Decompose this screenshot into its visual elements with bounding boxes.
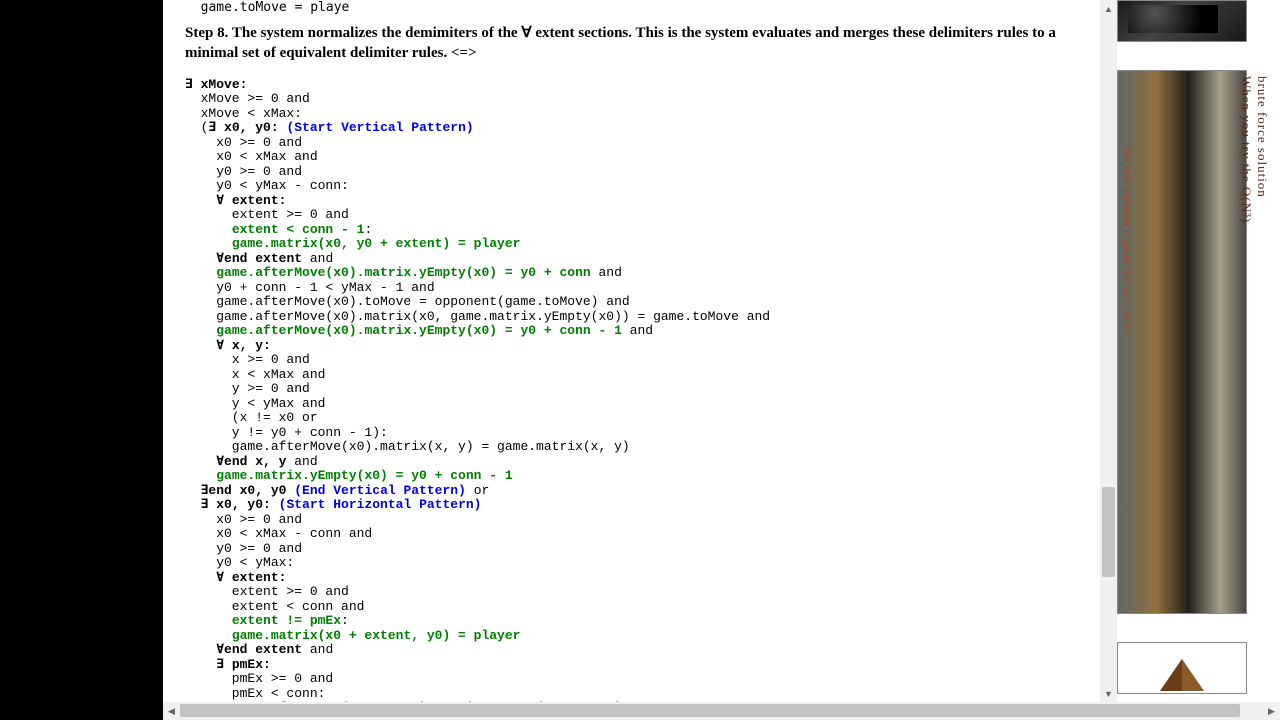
right-sidebar: This little maneuver is gonna cost us 51… [1117,0,1280,702]
code-line: ∀end extent [185,642,302,657]
code-line: game.afterMove(x0).matrix(x, y) = game.m… [185,439,630,454]
code-line: ∀end x, y [185,454,286,469]
code-line: ∃ x0, y0: [208,120,278,135]
code-line [185,222,232,237]
code-line: ∀ extent: [185,570,286,585]
code-line: game.matrix.yEmpty(x0) = y0 + conn - 1 [216,468,512,483]
code-line: y0 >= 0 and [185,541,302,556]
code-line [185,265,216,280]
code-line [185,468,216,483]
step-8-heading: Step 8. The system normalizes the demimi… [185,23,1095,64]
code-line: extent >= 0 and [185,584,349,599]
scroll-up-button[interactable]: ▲ [1100,0,1117,17]
code-line: y0 < yMax - conn: [185,178,349,193]
vertical-caption-line1: When you try the O(N³) [1238,0,1254,620]
code-annot: (End Vertical Pattern) [286,483,465,498]
scroll-left-button[interactable]: ◀ [163,702,180,720]
horizontal-scrollbar[interactable]: ◀ ▶ [163,702,1280,720]
code-line [185,628,232,643]
code-line: x >= 0 and [185,352,310,367]
scroll-thumb[interactable] [1102,487,1115,577]
code-line: extent < conn - 1 [232,222,365,237]
vertical-caption-line2: brute force solution [1254,0,1270,620]
triangle-icon [1152,653,1212,693]
code-line: and [591,265,622,280]
code-line: ∀ extent: [185,193,286,208]
code-line [185,236,232,251]
code-line: or [466,483,489,498]
code-annot: (Start Horizontal Pattern) [271,497,482,512]
forall-symbol: ∀ [521,25,531,41]
code-line: ∀ x, y: [185,338,271,353]
step-label: Step 8. [185,25,228,41]
code-line: y >= 0 and [185,381,310,396]
code-line: ( [185,120,208,135]
code-line: x0 < xMax - conn and [185,526,372,541]
code-line: y0 + conn - 1 < yMax - 1 and [185,280,435,295]
code-line: xMove < xMax: [185,106,302,121]
sidebar-image-top[interactable] [1117,0,1247,42]
sidebar-column: This little maneuver is gonna cost us 51… [1117,0,1247,702]
code-line: (x != x0 or [185,410,318,425]
code-line: and [286,454,317,469]
code-line: ∃end x0, y0 [185,483,286,498]
code-line: x0 < xMax and [185,149,318,164]
code-line: xMove >= 0 and [185,91,310,106]
code-block: ∃ xMove: xMove >= 0 and xMove < xMax: (∃… [185,78,1095,703]
code-line: game.afterMove(x0).matrix.yEmpty(x0) = y… [216,265,590,280]
code-line: game.afterMove(x0).matrix(x0, game.matri… [185,309,770,324]
code-line: ∃ x0, y0: [185,497,271,512]
code-line: ∀end extent [185,251,302,266]
article-body: game.toMove = playe Step 8. The system n… [163,0,1117,702]
code-line: : [364,222,372,237]
scroll-track[interactable] [1100,17,1117,685]
code-line: y0 >= 0 and [185,164,302,179]
code-line: y != y0 + conn - 1): [185,425,388,440]
scroll-down-button[interactable]: ▼ [1100,685,1117,702]
code-line: y < yMax and [185,396,325,411]
step-text-a: The system normalizes the demimiters of … [228,25,521,41]
code-line [185,613,232,628]
code-line: : [341,613,349,628]
code-line: and [302,642,333,657]
code-line: extent >= 0 and [185,207,349,222]
vertical-scrollbar[interactable]: ▲ ▼ [1100,0,1117,702]
hscroll-track[interactable] [180,702,1263,720]
code-line: x0 >= 0 and [185,512,302,527]
sidebar-image-meme[interactable]: This little maneuver is gonna cost us 51… [1117,70,1247,614]
code-line: and [302,251,333,266]
code-line: ∃ xMove: [185,77,247,92]
code-line: ∃ pmEx: [185,657,271,672]
code-line: game.matrix(x0 + extent, y0) = player [232,628,521,643]
scroll-right-button[interactable]: ▶ [1263,702,1280,720]
sidebar-vertical-caption: When you try the O(N³) brute force solut… [1246,0,1262,620]
meme-red-caption: This little maneuver is gonna cost us 51… [1122,145,1132,332]
code-annot: (Start Vertical Pattern) [279,120,474,135]
code-line: x0 >= 0 and [185,135,302,150]
code-line: and [622,323,653,338]
code-line: extent < conn and [185,599,364,614]
code-line: pmEx < conn: [185,686,325,701]
code-fragment-top: game.toMove = playe [185,0,1095,15]
article-viewport: game.toMove = playe Step 8. The system n… [163,0,1117,702]
hscroll-thumb[interactable] [180,704,1240,717]
sidebar-image-bottom[interactable] [1117,642,1247,694]
code-line: game.afterMove(x0).toMove = opponent(gam… [185,294,630,309]
code-line: game.afterMove(x0).matrix.yEmpty(x0) = y… [216,323,622,338]
code-line: pmEx >= 0 and [185,671,333,686]
code-line: extent != pmEx [232,613,341,628]
code-line: y0 < yMax: [185,555,294,570]
code-line: game.matrix(x0, y0 + extent) = player [232,236,521,251]
code-line [185,323,216,338]
code-line: x < xMax and [185,367,325,382]
